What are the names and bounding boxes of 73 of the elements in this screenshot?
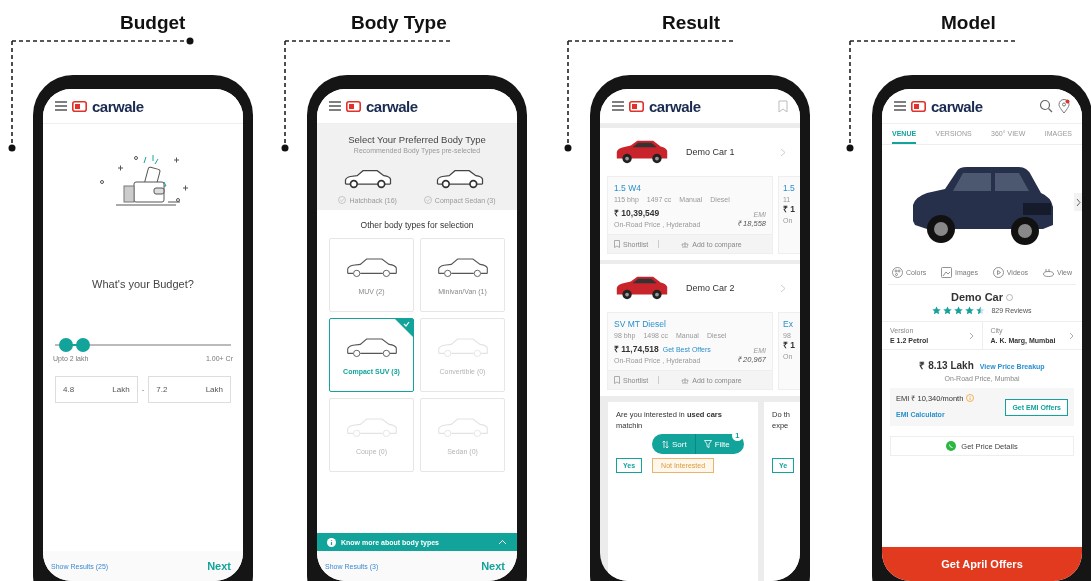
logo-text: carwale (366, 97, 418, 115)
chevron-right-icon (968, 331, 974, 340)
range-separator: - (141, 385, 145, 394)
range-slider[interactable] (55, 338, 231, 352)
car-name: Demo Car (951, 291, 1003, 303)
budget-question: What's your Budget? (91, 278, 195, 290)
location-pin-icon[interactable] (1058, 98, 1070, 114)
price-text: ₹ 11,74,518 (614, 343, 659, 354)
car-name[interactable]: Demo Car 1 (686, 147, 735, 157)
section-label: Budget (120, 12, 186, 34)
search-icon[interactable] (1039, 99, 1053, 113)
star-icon (976, 306, 986, 315)
check-circle-icon (338, 196, 347, 204)
check-circle-icon (423, 196, 432, 204)
scale-icon (681, 376, 690, 384)
car-icon (344, 255, 399, 280)
slider-thumb[interactable] (58, 338, 73, 352)
car-icon (344, 335, 399, 360)
caret-up-icon (498, 539, 507, 545)
version-name[interactable]: SV MT Diesel (614, 319, 766, 329)
menu-icon[interactable] (329, 101, 341, 111)
scale-icon (681, 240, 690, 248)
section-label: Result (662, 12, 721, 34)
budget-input-field[interactable]: 4.8 Lakh (55, 376, 138, 403)
menu-icon[interactable] (612, 101, 624, 111)
offers-button[interactable]: Get April Offers (882, 547, 1082, 581)
bookmark-icon (614, 240, 620, 248)
star-icon (932, 306, 942, 315)
logo-text: carwale (92, 97, 144, 115)
sort-button[interactable]: Sort (662, 439, 687, 449)
palette-icon (892, 267, 903, 278)
chevron-right-icon (1069, 331, 1074, 340)
section-label: Body Type (351, 12, 447, 34)
car-name[interactable]: Demo Car 2 (686, 283, 735, 293)
car-icon (435, 335, 490, 360)
bookmark-icon[interactable] (778, 99, 788, 113)
logo-text: carwale (649, 97, 701, 115)
slider-thumb[interactable] (76, 338, 91, 352)
play-icon (992, 267, 1004, 278)
check-corner-icon (395, 319, 413, 337)
next-button[interactable]: Next (481, 560, 505, 572)
chevron-right-icon (1075, 197, 1081, 207)
car-icon (344, 415, 399, 440)
star-icon (965, 306, 975, 315)
version-name[interactable]: 1.5 W4 (614, 183, 766, 193)
body-type-title: Select Your Preferred Body Type (347, 134, 487, 145)
budget-input-field[interactable]: 7.2 Lakh (148, 376, 231, 403)
car-icon (435, 255, 490, 280)
section-heading: Other body types for selection (359, 220, 475, 230)
logo-icon (346, 100, 361, 112)
rotate-view-icon (1042, 267, 1054, 278)
section-label: Model (941, 12, 996, 34)
next-image-button[interactable] (1074, 193, 1082, 211)
info-icon[interactable] (1006, 293, 1013, 301)
chat-icon (946, 441, 957, 451)
logo-icon (911, 100, 926, 112)
info-icon (327, 537, 336, 547)
menu-icon[interactable] (894, 101, 906, 111)
logo-icon (629, 100, 644, 112)
bookmark-icon (614, 376, 620, 384)
star-icon (943, 306, 953, 315)
car-icon (435, 415, 490, 440)
image-icon (941, 267, 953, 278)
logo-icon (72, 100, 87, 112)
price-text: ₹ 10,39,549 (614, 207, 660, 218)
logo-text: carwale (931, 97, 983, 115)
next-button[interactable]: Next (207, 560, 231, 572)
filter-button[interactable]: Filte (703, 439, 730, 449)
sort-icon (662, 439, 669, 449)
star-icon (954, 306, 964, 315)
price-text: ₹ 8.13 Lakh (919, 359, 974, 372)
filter-icon (703, 440, 712, 448)
menu-icon[interactable] (55, 101, 67, 111)
